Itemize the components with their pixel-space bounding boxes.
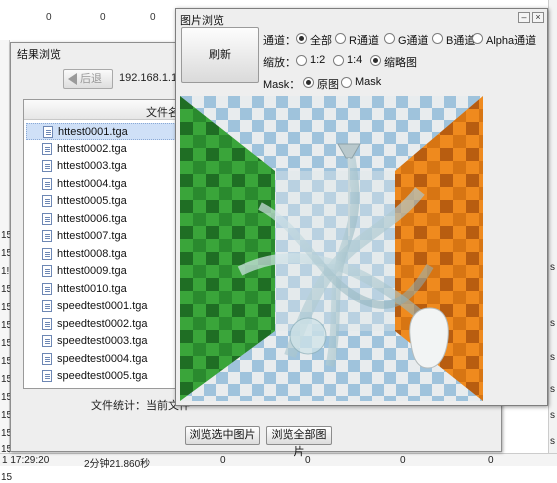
picture-browser-window: 图片浏览 – × 刷新 通道： 全部 R通道 G通道 B通道 Alpha通道 缩… xyxy=(175,8,548,406)
radio-dot xyxy=(432,33,443,44)
bg-time: 1 17:29:20 xyxy=(2,455,50,466)
file-name: speedtest0001.tga xyxy=(57,300,148,312)
radio-label: 全部 xyxy=(310,35,332,47)
radio-dot xyxy=(333,55,344,66)
scale-options: 缩放： 1:2 1:4 缩略图 xyxy=(263,53,463,69)
file-icon xyxy=(42,265,52,277)
file-icon xyxy=(42,370,52,382)
radio-dot xyxy=(384,33,395,44)
radio-label: 缩略图 xyxy=(384,57,417,69)
bg-right-label: s xyxy=(550,352,555,363)
file-icon xyxy=(42,335,52,347)
radio-label: G通道 xyxy=(398,35,429,47)
file-name: httest0008.tga xyxy=(57,247,127,260)
bg-cell: 0 xyxy=(400,455,406,466)
file-icon xyxy=(42,212,52,225)
file-name: httest0003.tga xyxy=(57,160,127,172)
file-name: httest0002.tga xyxy=(57,142,127,155)
picture-window-title: 图片浏览 xyxy=(180,15,224,27)
file-name: httest0006.tga xyxy=(57,212,127,225)
background-bottom-row: 1 17:29:20 2分钟21.860秒 0 0 0 0 xyxy=(0,453,557,470)
radio-dot xyxy=(472,33,483,44)
radio-dot xyxy=(296,55,307,66)
browse-all-button[interactable]: 浏览全部图片 xyxy=(266,426,332,458)
file-name: httest0005.tga xyxy=(57,195,127,207)
channel-options: 通道： 全部 R通道 G通道 B通道 Alpha通道 xyxy=(263,31,543,47)
close-button[interactable]: × xyxy=(532,12,544,23)
radio-label: 1:4 xyxy=(347,54,363,66)
radio-dot xyxy=(303,77,314,88)
radio-dot xyxy=(370,55,381,66)
back-arrow-icon xyxy=(68,73,77,86)
background-left-column: 15 15 1! 15 15 15 15 15 15 15 15 15 15 1… xyxy=(0,40,12,483)
channel-label: 通道： xyxy=(263,35,296,47)
file-name: speedtest0005.tga xyxy=(57,370,148,382)
rendered-image-preview xyxy=(180,96,483,401)
mask-options: Mask： 原图 Mask xyxy=(263,75,463,91)
back-button[interactable]: 后退 xyxy=(63,69,113,89)
file-name: httest0001.tga xyxy=(58,126,128,138)
bg-left-label: 1! xyxy=(1,266,10,277)
radio-label: 原图 xyxy=(317,79,339,91)
bg-duration: 2分钟21.860秒 xyxy=(84,459,151,470)
minimize-button[interactable]: – xyxy=(518,12,530,23)
file-name: speedtest0002.tga xyxy=(57,317,148,330)
scale-label: 缩放： xyxy=(263,57,296,69)
file-name: httest0010.tga xyxy=(57,282,127,295)
file-name: httest0009.tga xyxy=(57,265,127,277)
bg-cell: 0 xyxy=(488,455,494,466)
file-name: speedtest0004.tga xyxy=(57,352,148,365)
bg-cell: 0 xyxy=(220,455,226,466)
file-icon xyxy=(42,142,52,155)
back-button-label: 后退 xyxy=(80,73,102,85)
radio-label: Alpha通道 xyxy=(486,35,537,47)
browse-selected-button[interactable]: 浏览选中图片 xyxy=(185,426,260,445)
file-name: speedtest0003.tga xyxy=(57,335,148,347)
file-name: httest0007.tga xyxy=(57,230,127,242)
mask-label: Mask： xyxy=(263,79,301,91)
bg-cell: 0 xyxy=(305,455,311,466)
refresh-button[interactable]: 刷新 xyxy=(181,27,259,83)
bg-right-label: s xyxy=(550,318,555,329)
radio-dot xyxy=(341,77,352,88)
bg-cell: 0 xyxy=(46,12,52,23)
radio-label: B通道 xyxy=(446,35,476,47)
file-icon xyxy=(42,195,52,207)
file-icon xyxy=(42,230,52,242)
bg-right-label: s xyxy=(550,410,555,421)
radio-dot xyxy=(335,33,346,44)
radio-label: 1:2 xyxy=(310,54,326,66)
radio-label: Mask xyxy=(355,76,382,88)
bg-cell: 0 xyxy=(100,12,106,23)
results-window-title: 结果浏览 xyxy=(17,49,61,61)
file-icon xyxy=(42,317,52,330)
bg-right-label: s xyxy=(550,262,555,273)
background-right-column: s s s s s s xyxy=(548,0,557,466)
file-icon xyxy=(42,352,52,365)
file-name: httest0004.tga xyxy=(57,177,127,190)
file-icon xyxy=(42,160,52,172)
radio-dot xyxy=(296,33,307,44)
file-icon xyxy=(42,282,52,295)
bg-right-label: s xyxy=(550,436,555,447)
bg-right-label: s xyxy=(550,384,555,395)
file-icon xyxy=(42,177,52,190)
render-scene-image xyxy=(180,96,483,401)
radio-label: R通道 xyxy=(349,35,379,47)
file-icon xyxy=(42,300,52,312)
file-icon xyxy=(42,247,52,260)
file-icon xyxy=(43,126,53,138)
bg-cell: 0 xyxy=(150,12,156,23)
bg-left-label: 15 xyxy=(1,472,13,483)
